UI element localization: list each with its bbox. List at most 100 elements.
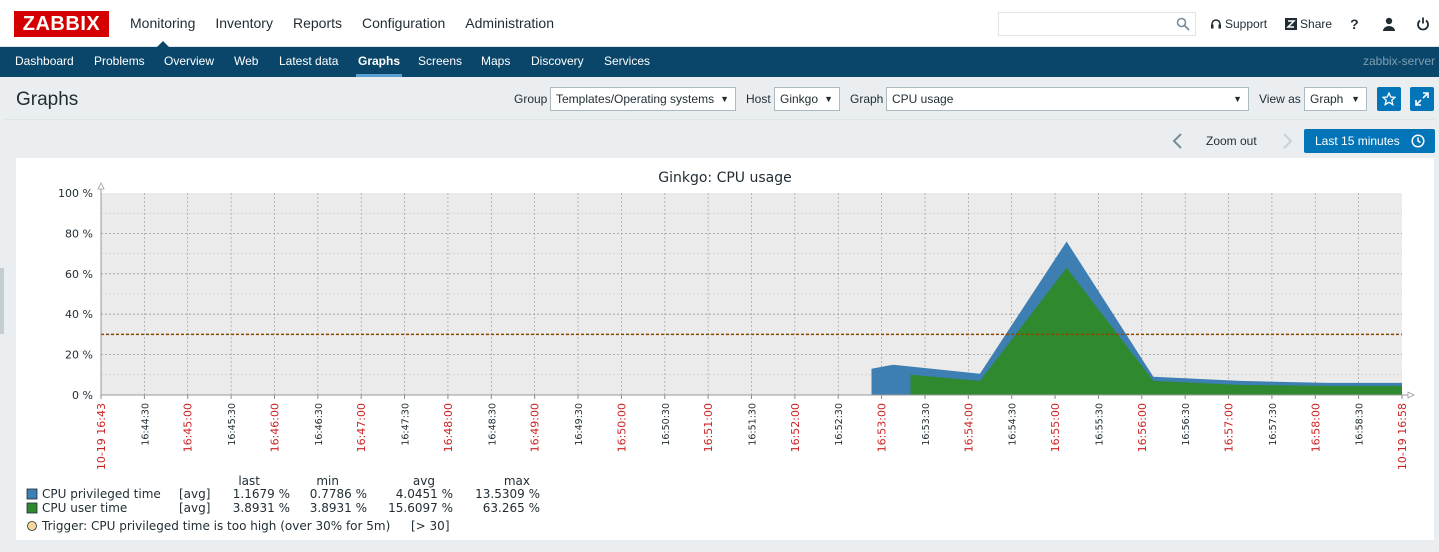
legend-trigger: Trigger: CPU privileged time is too high… — [41, 519, 390, 533]
share-icon — [1285, 17, 1298, 30]
chevron-down-icon: ▼ — [1233, 94, 1242, 104]
search-icon[interactable] — [1176, 17, 1190, 31]
group-label: Group — [514, 92, 548, 106]
sub-menu-problems[interactable]: Problems — [94, 47, 145, 77]
x-tick-label: 16:53:30 — [921, 403, 932, 446]
sub-menu-latest-data[interactable]: Latest data — [279, 47, 338, 77]
top-bar: ZABBIX Monitoring Inventory Reports Configu… — [0, 0, 1439, 48]
main-menu-configuration[interactable]: Configuration — [352, 0, 455, 47]
x-axis-arrow — [1407, 391, 1415, 399]
x-tick-label: 16:52:30 — [834, 403, 845, 446]
x-tick-label: 16:51:00 — [702, 403, 715, 452]
sign-out-icon[interactable] — [1415, 16, 1431, 32]
main-menu-reports[interactable]: Reports — [283, 0, 352, 47]
sub-menu-overview[interactable]: Overview — [164, 47, 214, 77]
x-tick-label: 16:52:00 — [789, 403, 802, 452]
search-field[interactable] — [998, 12, 1196, 36]
x-tick-label: 16:44:30 — [140, 403, 151, 446]
sub-menu-dashboard[interactable]: Dashboard — [15, 47, 74, 77]
page-title: Graphs — [16, 89, 79, 110]
x-tick-label: 16:54:30 — [1008, 403, 1019, 446]
user-profile-icon[interactable] — [1381, 16, 1397, 32]
cpu-usage-chart[interactable]: Ginkgo: CPU usage 0 % 20 % 40 % 60 % 80 % 100 … — [16, 158, 1434, 540]
x-tick-label: 16:48:30 — [487, 403, 498, 446]
sub-menu-maps[interactable]: Maps — [481, 47, 510, 77]
zoom-out-button[interactable]: Zoom out — [1206, 134, 1257, 148]
chevron-right-icon[interactable] — [1279, 132, 1295, 150]
legend-series-name: CPU user time — [42, 501, 127, 515]
legend-func: [avg] — [179, 487, 210, 501]
view-as-label: View as — [1259, 92, 1301, 106]
x-tick-label: 16:57:00 — [1223, 403, 1236, 452]
sub-menu-graphs[interactable]: Graphs — [355, 47, 403, 77]
sub-menu-discovery[interactable]: Discovery — [531, 47, 584, 77]
header-divider — [4, 119, 1435, 120]
headset-icon — [1211, 18, 1221, 28]
x-tick-label: 16:45:30 — [227, 403, 238, 446]
trigger-marker-icon — [27, 521, 37, 531]
x-tick-label: 16:56:30 — [1181, 403, 1192, 446]
view-as-select[interactable]: Graph ▼ — [1304, 87, 1367, 111]
x-tick-label: 16:48:00 — [442, 403, 455, 452]
legend-value-max: 63.265 % — [483, 501, 540, 515]
share-link[interactable]: Share — [1285, 17, 1332, 31]
zabbix-logo[interactable]: ZABBIX — [14, 11, 109, 37]
help-link[interactable]: ? — [1350, 16, 1359, 32]
x-tick-label: 16:46:30 — [314, 403, 325, 446]
sub-menu-web[interactable]: Web — [234, 47, 258, 77]
legend-header-avg: avg — [413, 474, 435, 488]
x-tick-label: 10-19 16:58 — [1396, 403, 1409, 470]
legend-series-name: CPU privileged time — [42, 487, 161, 501]
legend-value-max: 13.5309 % — [475, 487, 540, 501]
y-tick-label: 80 % — [65, 227, 93, 240]
y-tick-label: 40 % — [65, 308, 93, 321]
server-name: zabbix-server — [1362, 54, 1435, 68]
legend-value-avg: 15.6097 % — [388, 501, 453, 515]
fullscreen-button[interactable] — [1410, 87, 1434, 111]
sub-menu: zabbix-server Dashboard Problems Overview W… — [0, 47, 1439, 77]
graph-select[interactable]: CPU usage ▼ — [886, 87, 1249, 111]
clock-icon — [1411, 134, 1425, 148]
main-menu-administration[interactable]: Administration — [455, 0, 564, 47]
legend-header-last: last — [238, 474, 260, 488]
x-tick-label: 16:47:00 — [355, 403, 368, 452]
top-links: Support Share ? — [1210, 0, 1431, 47]
main-menu: Monitoring Inventory Reports Configuration A… — [120, 0, 564, 48]
legend-value-last: 3.8931 % — [233, 501, 290, 515]
favourite-button[interactable] — [1377, 87, 1401, 111]
x-tick-label: 16:58:00 — [1309, 403, 1322, 452]
fullscreen-icon — [1415, 92, 1429, 106]
y-tick-label: 0 % — [72, 389, 93, 402]
host-select[interactable]: Ginkgo ▼ — [774, 87, 840, 111]
legend-swatch — [26, 488, 38, 500]
legend-func: [avg] — [179, 501, 210, 515]
x-tick-label: 16:47:30 — [401, 403, 412, 446]
star-icon — [1382, 92, 1396, 106]
x-tick-label: 16:55:00 — [1049, 403, 1062, 452]
support-link[interactable]: Support — [1210, 17, 1267, 31]
legend-value-avg: 4.0451 % — [396, 487, 453, 501]
chevron-down-icon: ▼ — [720, 94, 729, 104]
x-tick-label: 16:49:30 — [574, 403, 585, 446]
x-tick-label: 16:57:30 — [1268, 403, 1279, 446]
graph-panel: Ginkgo: CPU usage 0 % 20 % 40 % 60 % 80 % 100 … — [16, 158, 1434, 540]
sub-menu-services[interactable]: Services — [604, 47, 650, 77]
chevron-left-icon[interactable] — [1170, 132, 1186, 150]
x-tick-label: 16:50:30 — [661, 403, 672, 446]
time-period-button[interactable]: Last 15 minutes — [1304, 129, 1435, 153]
x-tick-label: 16:51:30 — [748, 403, 759, 446]
group-select[interactable]: Templates/Operating systems ▼ — [550, 87, 736, 111]
legend-value-min: 0.7786 % — [310, 487, 367, 501]
x-tick-label: 16:55:30 — [1094, 403, 1105, 446]
sub-menu-screens[interactable]: Screens — [418, 47, 462, 77]
chart-title: Ginkgo: CPU usage — [658, 170, 792, 186]
y-tick-label: 20 % — [65, 349, 93, 362]
main-menu-monitoring[interactable]: Monitoring — [120, 0, 205, 48]
chevron-down-icon: ▼ — [824, 94, 833, 104]
sidebar-handle — [0, 268, 4, 334]
main-menu-inventory[interactable]: Inventory — [205, 0, 283, 47]
host-label: Host — [746, 92, 771, 106]
x-tick-label: 16:54:00 — [962, 403, 975, 452]
legend-header-min: min — [316, 474, 339, 488]
legend-value-last: 1.1679 % — [233, 487, 290, 501]
